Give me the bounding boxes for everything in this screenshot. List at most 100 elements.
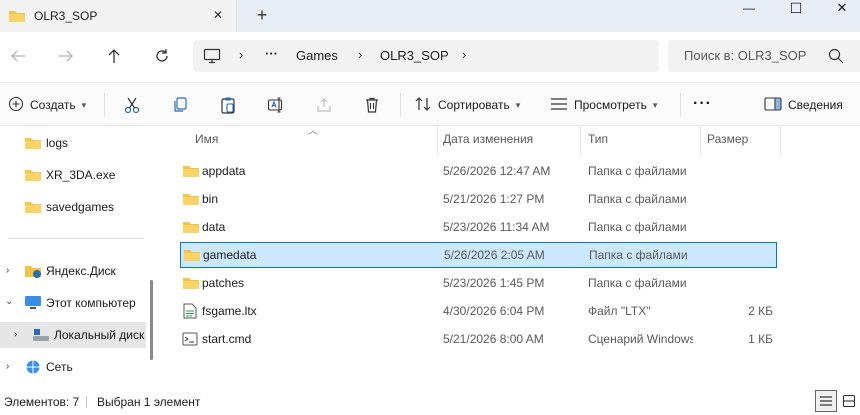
file-name: start.cmd xyxy=(202,332,252,346)
column-divider[interactable] xyxy=(700,126,701,156)
tiles-view-icon[interactable] xyxy=(838,390,860,412)
copy-icon[interactable] xyxy=(170,95,190,115)
new-tab-icon[interactable]: + xyxy=(252,5,272,25)
folder-icon xyxy=(182,275,200,294)
column-divider[interactable] xyxy=(780,126,781,156)
close-window-icon[interactable]: ✕ xyxy=(826,0,858,16)
nav-item-label: Яндекс.Диск xyxy=(46,264,116,278)
breadcrumb-chevron-icon[interactable]: › xyxy=(358,47,362,62)
nav-item-yandex-disk[interactable]: › Яндекс.Диск xyxy=(0,258,146,284)
file-type: Папка с файлами xyxy=(588,220,687,234)
text-file-icon xyxy=(182,303,198,322)
nav-item-label: Локальный диск xyxy=(54,328,145,342)
chevron-down-icon[interactable]: ⌄ xyxy=(5,296,13,307)
file-type: Папка с файлами xyxy=(589,248,688,262)
rename-icon[interactable] xyxy=(266,95,286,115)
folder-icon xyxy=(182,163,200,182)
cut-icon[interactable] xyxy=(122,95,142,115)
details-button[interactable]: Сведения xyxy=(764,93,843,117)
minimize-icon[interactable]: — xyxy=(733,0,765,16)
column-header-size[interactable]: Размер xyxy=(707,132,748,146)
up-arrow-icon[interactable] xyxy=(100,44,128,68)
tab-olr3-sop[interactable]: OLR3_SOP ✕ xyxy=(0,0,237,32)
chevron-right-icon[interactable]: › xyxy=(6,265,9,276)
file-row-selected[interactable]: gamedata 5/26/2026 2:05 AM Папка с файла… xyxy=(180,242,777,268)
breadcrumb-more[interactable]: ··· xyxy=(265,46,278,61)
file-row[interactable]: start.cmd 5/21/2026 8:00 AM Сценарий Win… xyxy=(178,326,778,352)
file-list: ︿ Имя Дата изменения Тип Размер appdata … xyxy=(160,126,860,388)
breadcrumb-chevron-icon[interactable]: › xyxy=(239,47,243,62)
folder-icon xyxy=(183,247,201,266)
address-bar[interactable]: › ··· Games › OLR3_SOP › xyxy=(193,40,659,72)
nav-item-label: logs xyxy=(46,136,69,150)
file-row[interactable]: bin 5/21/2026 1:27 PM Папка с файлами xyxy=(178,186,778,212)
file-name: data xyxy=(202,220,226,234)
view-button[interactable]: Просмотреть ▾ xyxy=(550,93,657,117)
column-header-name[interactable]: Имя xyxy=(195,132,218,146)
search-input[interactable]: Поиск в: OLR3_SOP xyxy=(668,40,860,72)
address-row: › ··· Games › OLR3_SOP › Поиск в: OLR3_S… xyxy=(0,32,860,80)
nav-item-network[interactable]: › Сеть xyxy=(0,354,146,380)
drive-icon xyxy=(32,327,50,346)
file-date: 5/26/2026 12:47 AM xyxy=(443,164,551,178)
nav-item-label: savedgames xyxy=(46,200,115,214)
file-row[interactable]: data 5/23/2026 11:34 AM Папка с файлами xyxy=(178,214,778,240)
column-divider[interactable] xyxy=(580,126,581,156)
breadcrumb-olr3-sop[interactable]: OLR3_SOP xyxy=(380,48,449,63)
nav-scrollbar[interactable] xyxy=(150,280,153,360)
share-icon[interactable] xyxy=(314,95,334,115)
back-arrow-icon[interactable] xyxy=(4,44,32,68)
refresh-icon[interactable] xyxy=(148,44,176,68)
quick-access-item-logs[interactable]: logs xyxy=(0,130,146,156)
sort-ascending-icon: ︿ xyxy=(308,126,318,137)
nav-divider xyxy=(8,238,144,239)
divider xyxy=(104,93,105,117)
command-bar: Создать ▾ Сортировать ▾ Просмотреть ▾ ··… xyxy=(0,82,860,126)
close-tab-icon[interactable]: ✕ xyxy=(208,5,228,25)
delete-icon[interactable] xyxy=(362,95,382,115)
chevron-right-icon[interactable]: › xyxy=(6,361,9,372)
maximize-icon[interactable]: ☐ xyxy=(780,0,812,16)
nav-item-local-disk[interactable]: › Локальный диск xyxy=(0,322,146,348)
file-row[interactable]: fsgame.ltx 4/30/2026 6:04 PM Файл "LTX" … xyxy=(178,298,778,324)
sort-button[interactable]: Сортировать ▾ xyxy=(414,93,520,117)
view-list-icon xyxy=(550,97,568,114)
file-row[interactable]: appdata 5/26/2026 12:47 AM Папка с файла… xyxy=(178,158,778,184)
sort-button-label: Сортировать xyxy=(438,98,510,112)
forward-arrow-icon[interactable] xyxy=(52,44,80,68)
chevron-down-icon: ▾ xyxy=(81,99,87,110)
folder-icon xyxy=(24,135,42,154)
details-view-icon[interactable] xyxy=(815,390,837,412)
quick-access-item-xr3da[interactable]: XR_3DA.exe xyxy=(0,162,146,188)
sort-icon xyxy=(414,96,432,115)
new-button-label: Создать xyxy=(30,98,76,112)
file-name: fsgame.ltx xyxy=(202,304,257,318)
file-type: Папка с файлами xyxy=(588,276,687,290)
paste-icon[interactable] xyxy=(218,95,238,115)
new-button[interactable]: Создать ▾ xyxy=(8,93,86,117)
column-divider[interactable] xyxy=(437,126,438,156)
more-options-icon[interactable]: ··· xyxy=(693,92,712,116)
breadcrumb-chevron-icon[interactable]: › xyxy=(462,47,466,62)
search-icon[interactable] xyxy=(828,48,844,67)
network-icon xyxy=(24,359,42,378)
script-file-icon xyxy=(182,331,198,350)
file-row[interactable]: patches 5/23/2026 1:45 PM Папка с файлам… xyxy=(178,270,778,296)
column-header-date[interactable]: Дата изменения xyxy=(443,132,533,146)
folder-icon xyxy=(24,199,42,218)
file-type: Папка с файлами xyxy=(588,192,687,206)
nav-item-label: XR_3DA.exe xyxy=(46,168,116,182)
navigation-pane: logs XR_3DA.exe savedgames › Яндекс.Диск… xyxy=(0,126,146,388)
chevron-down-icon: ▾ xyxy=(515,99,521,110)
nav-item-this-pc[interactable]: ⌄ Этот компьютер xyxy=(0,290,146,316)
column-header-type[interactable]: Тип xyxy=(588,132,608,146)
chevron-right-icon[interactable]: › xyxy=(14,329,17,340)
folder-icon xyxy=(182,219,200,238)
details-button-label: Сведения xyxy=(788,98,843,112)
quick-access-item-savedgames[interactable]: savedgames xyxy=(0,194,146,220)
selection-count: Выбран 1 элемент xyxy=(97,395,201,409)
details-pane-icon xyxy=(764,96,782,114)
breadcrumb-games[interactable]: Games xyxy=(296,48,338,63)
file-type: Сценарий Windows xyxy=(588,332,693,346)
file-date: 5/23/2026 11:34 AM xyxy=(443,220,550,234)
